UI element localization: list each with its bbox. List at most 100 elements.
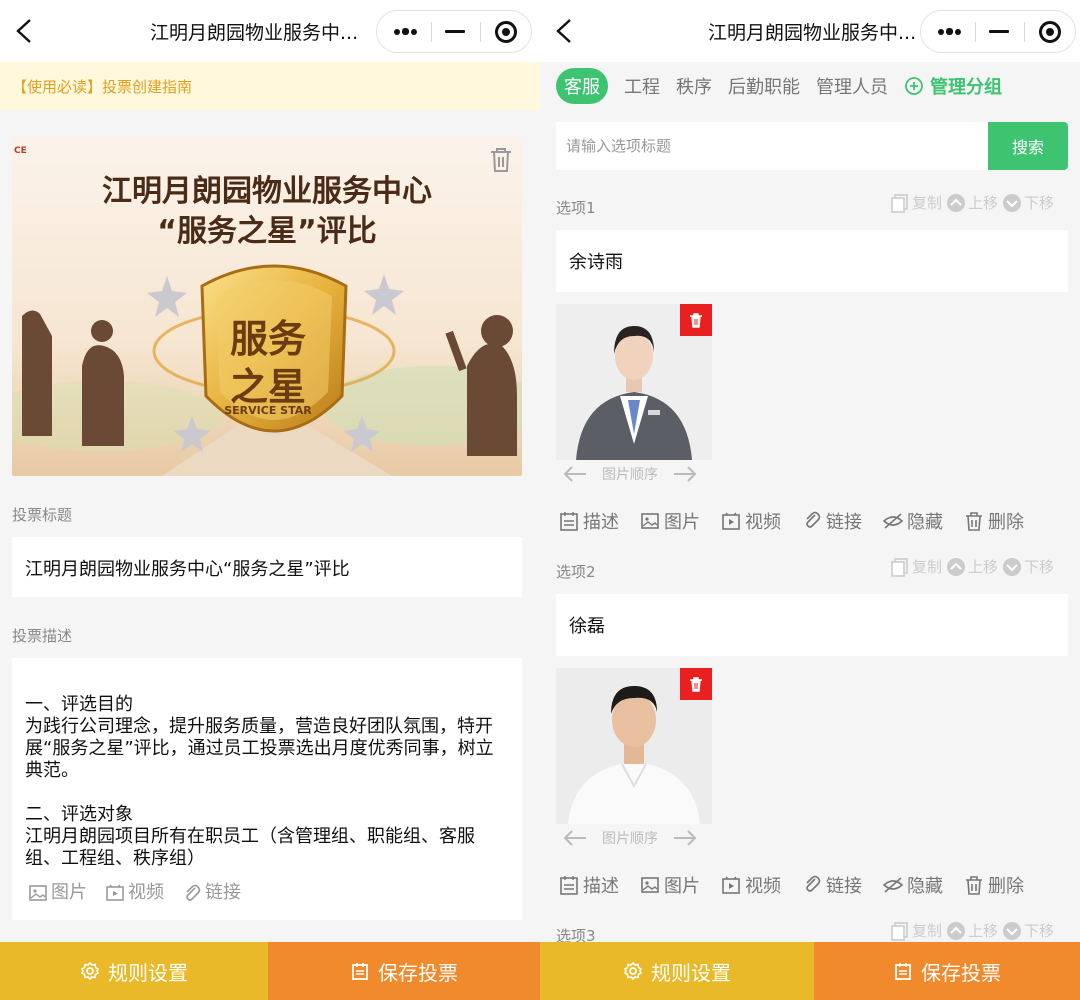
- tab-group[interactable]: 秩序: [676, 73, 712, 99]
- photo-order-label: 图片顺序: [602, 831, 658, 847]
- gear-icon: [623, 961, 643, 981]
- tool-label: 链接: [826, 512, 862, 533]
- minimize-icon[interactable]: [433, 11, 479, 52]
- add-image-button[interactable]: 图片: [639, 872, 700, 898]
- move-down-button[interactable]: 下移: [1002, 192, 1054, 213]
- video-icon: [106, 884, 124, 901]
- search-button[interactable]: 搜索: [988, 122, 1068, 170]
- cover-title-line2: “服务之星”评比: [157, 214, 377, 249]
- bottom-bar: 规则设置 保存投票: [0, 942, 540, 1000]
- save-vote-button[interactable]: 保存投票: [268, 942, 540, 1000]
- save-vote-button[interactable]: 保存投票: [814, 942, 1080, 1000]
- tab-group[interactable]: 工程: [624, 73, 660, 99]
- back-icon[interactable]: [550, 16, 578, 46]
- more-icon[interactable]: [377, 11, 431, 52]
- right-screen: 江明月朗园物业服务中... 客服 工程 秩序 后勤职能 管理人员 管理分组 搜索…: [540, 0, 1080, 1000]
- add-description-button[interactable]: 描述: [558, 872, 619, 898]
- hide-option-button[interactable]: 隐藏: [882, 872, 943, 898]
- option-actions: 复制 上移 下移: [890, 556, 1054, 577]
- arrow-up-circle-icon: [947, 193, 966, 212]
- arrow-down-circle-icon: [1003, 921, 1022, 940]
- add-link-button[interactable]: 链接: [182, 882, 241, 904]
- group-tabs: 客服 工程 秩序 后勤职能 管理人员 管理分组: [556, 68, 1002, 104]
- add-video-button[interactable]: 视频: [105, 882, 164, 904]
- tool-label: 隐藏: [907, 876, 943, 897]
- arrow-down-circle-icon: [1003, 193, 1022, 212]
- search-input[interactable]: [556, 122, 988, 170]
- gear-icon: [80, 961, 100, 981]
- add-video-button[interactable]: 视频: [720, 508, 781, 534]
- eye-off-icon: [882, 877, 904, 893]
- trash-icon: [966, 876, 982, 895]
- move-down-button[interactable]: 下移: [1002, 556, 1054, 577]
- add-description-button[interactable]: 描述: [558, 508, 619, 534]
- move-up-button[interactable]: 上移: [946, 192, 998, 213]
- move-up-button[interactable]: 上移: [946, 556, 998, 577]
- close-miniprogram-icon[interactable]: [1025, 11, 1075, 52]
- copy-option-button[interactable]: 复制: [890, 192, 942, 213]
- capsule-divider: [975, 22, 976, 42]
- rules-settings-button[interactable]: 规则设置: [0, 942, 268, 1000]
- arrow-right-icon[interactable]: [672, 829, 698, 847]
- badge-text-line2: 之星: [229, 365, 306, 409]
- guide-notice-link[interactable]: 【使用必读】投票创建指南: [0, 62, 540, 110]
- photo-order-label: 图片顺序: [602, 467, 658, 483]
- delete-option-button[interactable]: 删除: [963, 508, 1024, 534]
- add-video-button[interactable]: 视频: [720, 872, 781, 898]
- move-up-label: 上移: [968, 194, 999, 212]
- manage-group-button[interactable]: 管理分组: [904, 73, 1002, 99]
- link-icon: [806, 875, 821, 892]
- cover-image[interactable]: 江明月朗园物业服务中心 “服务之星”评比 服务 之星 SERVICE STAR …: [12, 136, 522, 476]
- delete-photo-button[interactable]: [680, 668, 712, 700]
- option-tool-row: 描述 图片 视频 链接 隐藏 删除: [558, 508, 1024, 534]
- image-icon: [641, 877, 659, 893]
- add-link-button[interactable]: 链接: [801, 508, 862, 534]
- title-label: 投票标题: [12, 506, 73, 524]
- arrow-left-icon[interactable]: [562, 829, 588, 847]
- photo-order-row: 图片顺序: [562, 828, 698, 848]
- more-icon[interactable]: [921, 11, 975, 52]
- hide-option-button[interactable]: 隐藏: [882, 508, 943, 534]
- tool-label: 删除: [988, 876, 1024, 897]
- move-up-button[interactable]: 上移: [946, 920, 998, 941]
- add-image-button[interactable]: 图片: [639, 508, 700, 534]
- calendar-icon: [560, 512, 578, 531]
- rules-label: 规则设置: [651, 960, 731, 985]
- copy-icon: [891, 921, 908, 941]
- desc-label: 投票描述: [12, 627, 73, 645]
- calendar-icon: [895, 963, 911, 980]
- option-name-input[interactable]: 余诗雨: [556, 230, 1068, 292]
- option-name-input[interactable]: 徐磊: [556, 594, 1068, 656]
- copy-option-button[interactable]: 复制: [890, 920, 942, 941]
- add-link-button[interactable]: 链接: [801, 872, 862, 898]
- badge-text-en: SERVICE STAR: [224, 404, 312, 417]
- add-image-button[interactable]: 图片: [28, 882, 87, 904]
- move-up-label: 上移: [968, 558, 999, 576]
- tab-group[interactable]: 客服: [556, 68, 608, 104]
- page-title: 江明月朗园物业服务中...: [708, 22, 917, 44]
- copy-option-button[interactable]: 复制: [890, 556, 942, 577]
- arrow-right-icon[interactable]: [672, 465, 698, 483]
- badge-text-line1: 服务: [229, 317, 306, 361]
- move-down-button[interactable]: 下移: [1002, 920, 1054, 941]
- close-miniprogram-icon[interactable]: [481, 11, 531, 52]
- calendar-icon: [560, 876, 578, 895]
- rules-settings-button[interactable]: 规则设置: [540, 942, 814, 1000]
- delete-photo-button[interactable]: [680, 304, 712, 336]
- delete-cover-icon[interactable]: [488, 146, 514, 174]
- delete-option-button[interactable]: 删除: [963, 872, 1024, 898]
- arrow-down-circle-icon: [1003, 557, 1022, 576]
- vote-description-input[interactable]: 一、评选目的 为践行公司理念，提升服务质量，营造良好团队氛围，特开展“服务之星”…: [12, 658, 522, 920]
- desc-media-row: 图片 视频 链接: [28, 882, 241, 904]
- vote-title-input[interactable]: 江明月朗园物业服务中心“服务之星”评比: [12, 537, 522, 597]
- tab-group[interactable]: 后勤职能: [728, 73, 800, 99]
- minimize-icon[interactable]: [977, 11, 1023, 52]
- arrow-left-icon[interactable]: [562, 465, 588, 483]
- move-down-label: 下移: [1024, 194, 1055, 212]
- video-label: 视频: [128, 882, 164, 903]
- tool-label: 图片: [664, 876, 700, 897]
- back-icon[interactable]: [10, 16, 38, 46]
- tool-label: 图片: [664, 512, 700, 533]
- manage-group-label: 管理分组: [930, 77, 1002, 98]
- tab-group[interactable]: 管理人员: [816, 73, 888, 99]
